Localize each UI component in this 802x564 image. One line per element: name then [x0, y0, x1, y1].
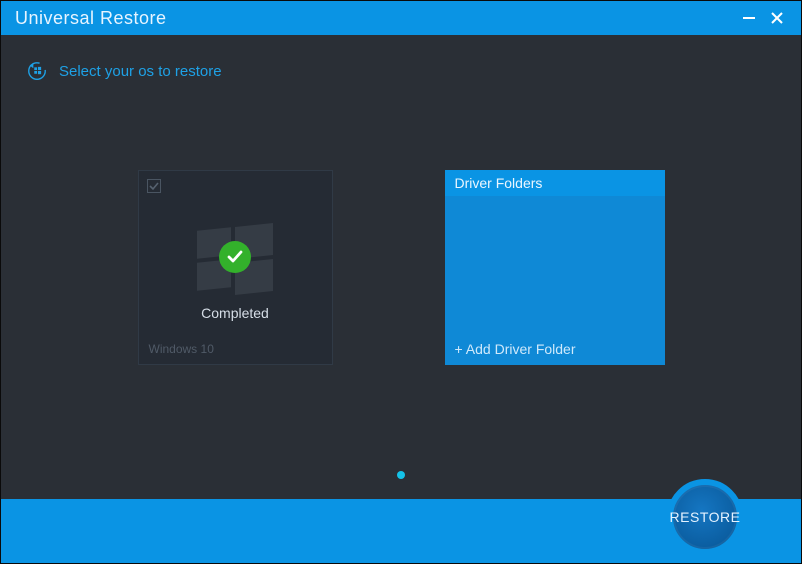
checkmark-icon: [226, 248, 244, 266]
restore-button-label: RESTORE: [670, 509, 741, 525]
minimize-button[interactable]: [735, 4, 763, 32]
driver-folders-card: Driver Folders + Add Driver Folder: [445, 170, 665, 365]
restore-button[interactable]: RESTORE: [667, 479, 743, 555]
instruction-text: Select your os to restore: [59, 63, 222, 80]
app-title: Universal Restore: [15, 8, 167, 29]
os-name-label: Windows 10: [149, 342, 214, 356]
os-card[interactable]: Completed Windows 10: [138, 170, 333, 365]
titlebar: Universal Restore: [1, 1, 801, 35]
os-status: Completed: [201, 305, 269, 321]
app-window: Universal Restore: [0, 0, 802, 564]
pagination-dot[interactable]: [397, 471, 405, 479]
close-button[interactable]: [763, 4, 791, 32]
instruction-row: Select your os to restore: [25, 59, 777, 83]
restore-icon: [25, 59, 49, 83]
add-driver-folder-button[interactable]: + Add Driver Folder: [445, 335, 665, 365]
success-badge: [219, 241, 251, 273]
close-icon: [770, 11, 784, 25]
driver-folders-list: [445, 196, 665, 335]
footer-bar: RESTORE: [1, 499, 801, 563]
minimize-icon: [742, 11, 756, 25]
cards-row: Completed Windows 10 Driver Folders + Ad…: [1, 170, 801, 365]
main-panel: Select your os to restore: [1, 35, 801, 499]
check-icon: [149, 181, 159, 191]
driver-folders-header: Driver Folders: [445, 170, 665, 196]
os-badge: [197, 225, 273, 289]
os-checkbox[interactable]: [147, 179, 161, 193]
